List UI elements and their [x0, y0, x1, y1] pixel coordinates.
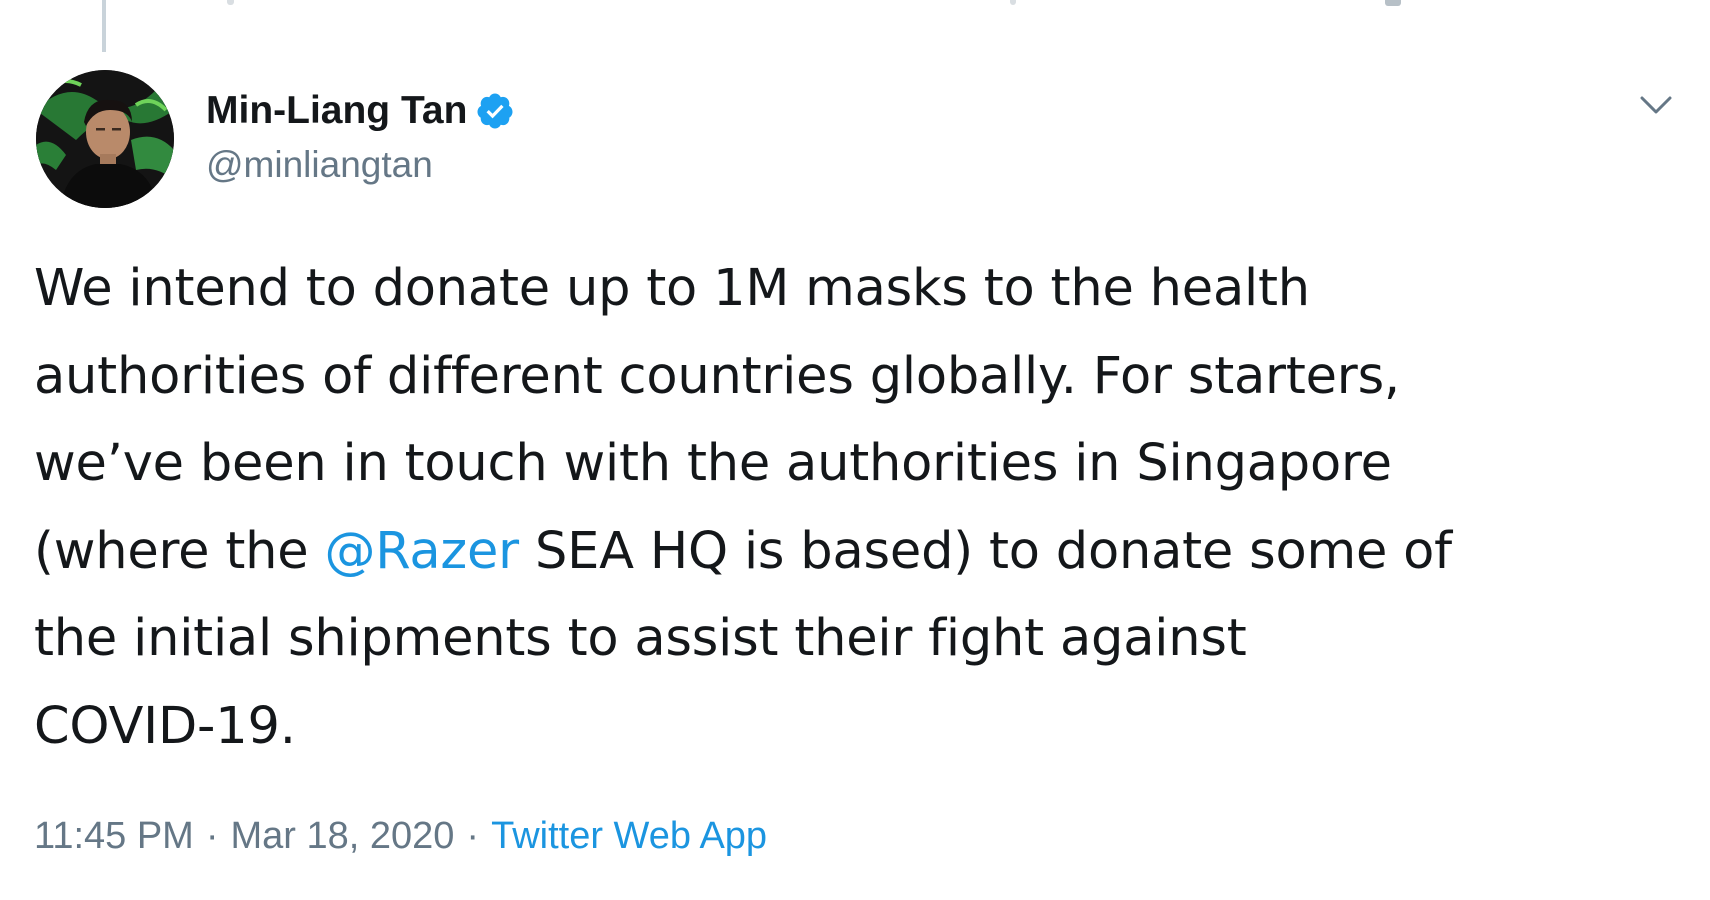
tweet-page: Min-Liang Tan @minliangtan We intend to …	[0, 0, 1710, 900]
author-handle[interactable]: @minliangtan	[206, 140, 433, 190]
previous-tweet-remnant	[1010, 0, 1016, 5]
tweet-text-segment: We intend to donate up to 1M masks to th…	[34, 259, 1310, 318]
verified-badge-icon	[477, 93, 513, 129]
tweet-text-line: the initial shipments to assist their fi…	[34, 595, 1694, 683]
chevron-down-icon[interactable]	[1636, 88, 1676, 122]
previous-tweet-remnant	[1385, 0, 1401, 6]
previous-tweet-remnant	[227, 0, 234, 5]
author-name-row[interactable]: Min-Liang Tan	[206, 84, 515, 138]
avatar[interactable]	[36, 70, 174, 208]
meta-separator: ·	[466, 815, 480, 857]
tweet-text-line: (where the @Razer SEA HQ is based) to do…	[34, 508, 1694, 596]
tweet-text-line: we’ve been in touch with the authorities…	[34, 420, 1694, 508]
display-name[interactable]: Min-Liang Tan	[206, 84, 467, 138]
tweet-text-segment: authorities of different countries globa…	[34, 346, 1400, 406]
tweet-text-line: COVID-19.	[34, 683, 1694, 771]
tweet-date[interactable]: Mar 18, 2020	[231, 815, 455, 857]
meta-separator: ·	[205, 815, 219, 857]
tweet-text-segment: SEA HQ is based) to donate some of	[518, 521, 1452, 581]
tweet-text: We intend to donate up to 1M masks to th…	[34, 245, 1694, 770]
profile-photo	[36, 70, 174, 208]
tweet-meta: 11:45 PM · Mar 18, 2020 · Twitter Web App	[34, 810, 767, 862]
tweet-text-segment: the initial shipments to assist their fi…	[34, 609, 1247, 668]
tweet-source-link[interactable]: Twitter Web App	[491, 815, 767, 857]
tweet-text-segment: COVID-19.	[34, 696, 296, 756]
tweet-text-line: We intend to donate up to 1M masks to th…	[34, 245, 1694, 333]
tweet-time[interactable]: 11:45 PM	[34, 815, 194, 857]
tweet-text-segment: we’ve been in touch with the authorities…	[34, 434, 1392, 493]
thread-connector-line	[102, 0, 106, 52]
mention-link[interactable]: @Razer	[324, 522, 519, 581]
tweet-text-line: authorities of different countries globa…	[34, 333, 1694, 421]
tweet-text-segment: (where the	[34, 521, 325, 581]
